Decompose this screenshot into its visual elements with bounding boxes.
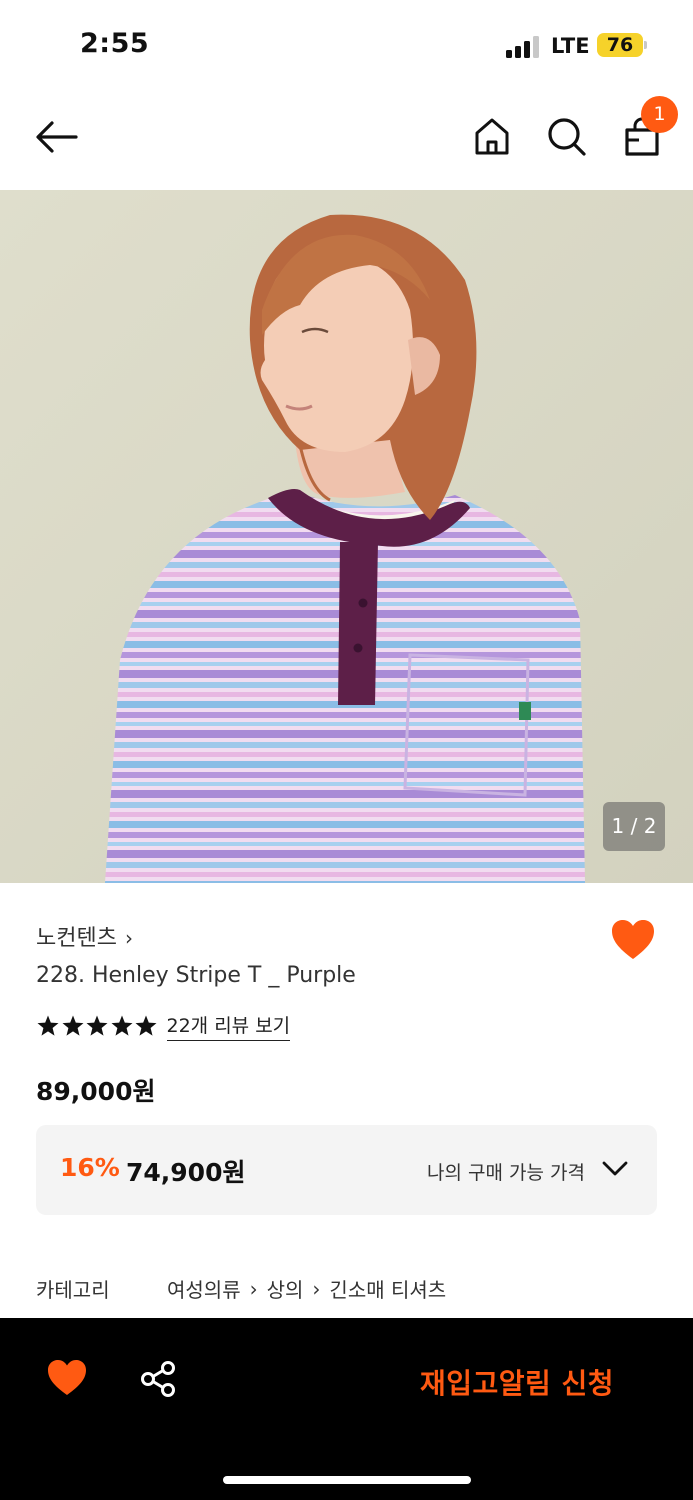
battery-tip bbox=[644, 41, 647, 49]
back-arrow-icon[interactable] bbox=[34, 120, 80, 154]
discount-percent: 16% bbox=[60, 1153, 120, 1182]
star-icon bbox=[62, 1015, 83, 1036]
battery-level: 76 bbox=[606, 34, 634, 56]
star-icon bbox=[111, 1015, 132, 1036]
search-icon[interactable] bbox=[546, 116, 588, 158]
heart-icon[interactable] bbox=[46, 1358, 88, 1398]
my-price-label: 나의 구매 가능 가격 bbox=[427, 1162, 585, 1184]
chevron-right-icon: › bbox=[312, 1276, 321, 1301]
category-row: 카테고리 여성의류 › 상의 › 긴소매 티셔츠 bbox=[36, 1274, 656, 1304]
home-icon[interactable] bbox=[472, 116, 512, 156]
original-price: 89,000원 bbox=[36, 1077, 156, 1106]
cellular-signal-icon bbox=[506, 36, 542, 58]
home-indicator bbox=[223, 1476, 471, 1484]
product-name: 228. Henley Stripe T _ Purple bbox=[36, 963, 356, 988]
image-counter: 1 / 2 bbox=[603, 802, 665, 851]
bottom-action-bar: 재입고알림 신청 bbox=[0, 1318, 693, 1500]
review-link[interactable]: 22개 리뷰 보기 bbox=[166, 1011, 291, 1041]
product-image[interactable]: 1 / 2 bbox=[0, 190, 693, 883]
status-bar: 2:55 LTE 76 bbox=[0, 0, 693, 90]
restock-alert-button[interactable]: 재입고알림 신청 bbox=[420, 1362, 614, 1402]
top-nav bbox=[0, 90, 693, 190]
category-breadcrumb: 여성의류 › 상의 › 긴소매 티셔츠 bbox=[167, 1274, 446, 1303]
status-time: 2:55 bbox=[80, 28, 150, 59]
battery-icon: 76 bbox=[597, 33, 643, 57]
star-icon bbox=[37, 1015, 59, 1036]
cart-count-badge: 1 bbox=[641, 96, 678, 133]
discount-price-box[interactable]: 16% 74,900원 나의 구매 가능 가격 bbox=[36, 1125, 657, 1215]
rating-stars bbox=[36, 1014, 159, 1038]
brand-name: 노컨텐츠 bbox=[36, 926, 117, 951]
brand-link[interactable]: 노컨텐츠 › bbox=[36, 920, 133, 952]
breadcrumb-item[interactable]: 상의 bbox=[267, 1274, 304, 1303]
product-photo bbox=[0, 190, 693, 883]
heart-icon[interactable] bbox=[610, 918, 656, 962]
chevron-right-icon: › bbox=[249, 1276, 258, 1301]
breadcrumb-item[interactable]: 긴소매 티셔츠 bbox=[329, 1274, 446, 1303]
breadcrumb-item[interactable]: 여성의류 bbox=[167, 1274, 241, 1303]
chevron-right-icon: › bbox=[124, 926, 133, 950]
discount-price: 74,900원 bbox=[126, 1158, 246, 1187]
star-icon bbox=[135, 1015, 157, 1036]
star-icon bbox=[86, 1015, 108, 1036]
network-type: LTE bbox=[551, 34, 590, 58]
share-icon[interactable] bbox=[139, 1360, 177, 1398]
category-label: 카테고리 bbox=[36, 1278, 110, 1302]
rating-row: 22개 리뷰 보기 bbox=[36, 1011, 291, 1041]
chevron-down-icon bbox=[602, 1161, 628, 1176]
